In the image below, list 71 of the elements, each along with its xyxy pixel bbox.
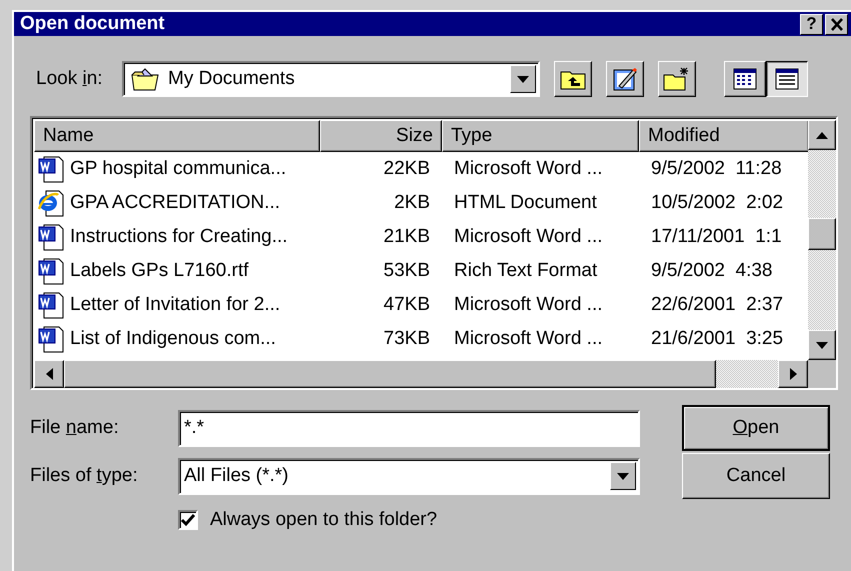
file-size: 2KB	[394, 192, 430, 214]
column-header[interactable]: Type	[442, 120, 639, 152]
modified-date: 9/5/2002 11:28	[651, 158, 782, 180]
file-name[interactable]: Labels GPs L7160.rtf	[70, 260, 248, 282]
modified-date: 21/6/2001 3:25	[651, 328, 784, 350]
word-document-icon	[38, 257, 66, 285]
file-type-dropdown[interactable]: All Files (*.*)	[178, 458, 640, 494]
file-size: 21KB	[384, 226, 430, 248]
file-type-label: Files of type:	[30, 465, 139, 487]
help-button[interactable]: ?	[800, 14, 823, 34]
word-document-icon	[38, 223, 66, 251]
right-arrow-icon	[790, 368, 796, 380]
file-name[interactable]: Instructions for Creating...	[70, 226, 288, 248]
folder-icon	[130, 66, 160, 92]
down-arrow-icon	[816, 342, 828, 348]
scrollbar-corner	[808, 360, 836, 388]
file-size: 22KB	[384, 158, 430, 180]
checkbox[interactable]	[178, 510, 198, 530]
file-name[interactable]: GPA ACCREDITATION...	[70, 192, 280, 214]
details-view-icon	[775, 68, 799, 90]
scroll-right-button[interactable]	[778, 360, 808, 388]
list-view-button[interactable]	[724, 61, 766, 97]
file-type: Microsoft Word ...	[454, 226, 603, 248]
file-type: Rich Text Format	[454, 260, 598, 282]
file-name-field[interactable]: *.*	[178, 410, 640, 446]
file-name[interactable]: List of Indigenous com...	[70, 328, 276, 350]
scroll-down-button[interactable]	[808, 330, 836, 360]
look-in-dropdown[interactable]: My Documents	[122, 61, 540, 97]
pencil-frame-icon	[612, 67, 638, 91]
list-view-icon	[733, 68, 757, 90]
modified-date: 17/11/2001 1:1	[651, 226, 782, 248]
modified-date: 9/5/2002 4:38	[651, 260, 772, 282]
word-document-icon	[38, 291, 66, 319]
web-document-icon	[38, 189, 66, 217]
file-name[interactable]: Letter of Invitation for 2...	[70, 294, 280, 316]
file-name[interactable]: GP hospital communica...	[70, 158, 286, 180]
scroll-left-button[interactable]	[34, 360, 64, 388]
vertical-scrollbar[interactable]	[808, 120, 836, 360]
file-type: Microsoft Word ...	[454, 158, 603, 180]
close-button[interactable]	[825, 14, 848, 34]
scroll-thumb[interactable]	[64, 360, 716, 388]
column-header[interactable]: Size	[320, 120, 442, 152]
checkbox-label[interactable]: Always open to this folder?	[210, 509, 438, 531]
new-folder-button[interactable]	[658, 61, 696, 97]
word-document-icon	[38, 155, 66, 183]
column-header[interactable]: Modified	[639, 120, 808, 152]
file-size: 73KB	[384, 328, 430, 350]
horizontal-scrollbar[interactable]	[34, 360, 808, 388]
modified-date: 10/5/2002 2:02	[651, 192, 784, 214]
file-type: Microsoft Word ...	[454, 328, 603, 350]
window-title: Open document	[20, 13, 165, 35]
close-icon	[830, 18, 844, 30]
scroll-thumb[interactable]	[808, 218, 836, 250]
column-header[interactable]: Name	[34, 120, 320, 152]
file-size: 53KB	[384, 260, 430, 282]
new-folder-icon	[663, 67, 691, 91]
details-view-button[interactable]	[766, 61, 808, 97]
cancel-button[interactable]: Cancel	[682, 453, 830, 499]
up-arrow-icon	[816, 132, 828, 138]
look-in-label: Look in:	[36, 68, 104, 90]
up-folder-button[interactable]	[554, 61, 592, 97]
open-button[interactable]: Open	[682, 405, 830, 451]
file-type: HTML Document	[454, 192, 597, 214]
modified-date: 22/6/2001 2:37	[651, 294, 784, 316]
left-arrow-icon	[46, 368, 52, 380]
word-document-icon	[38, 325, 66, 353]
favorites-button[interactable]	[606, 61, 644, 97]
scroll-up-button[interactable]	[808, 120, 836, 150]
file-size: 47KB	[384, 294, 430, 316]
file-name-label: File name:	[30, 417, 120, 439]
file-type: Microsoft Word ...	[454, 294, 603, 316]
